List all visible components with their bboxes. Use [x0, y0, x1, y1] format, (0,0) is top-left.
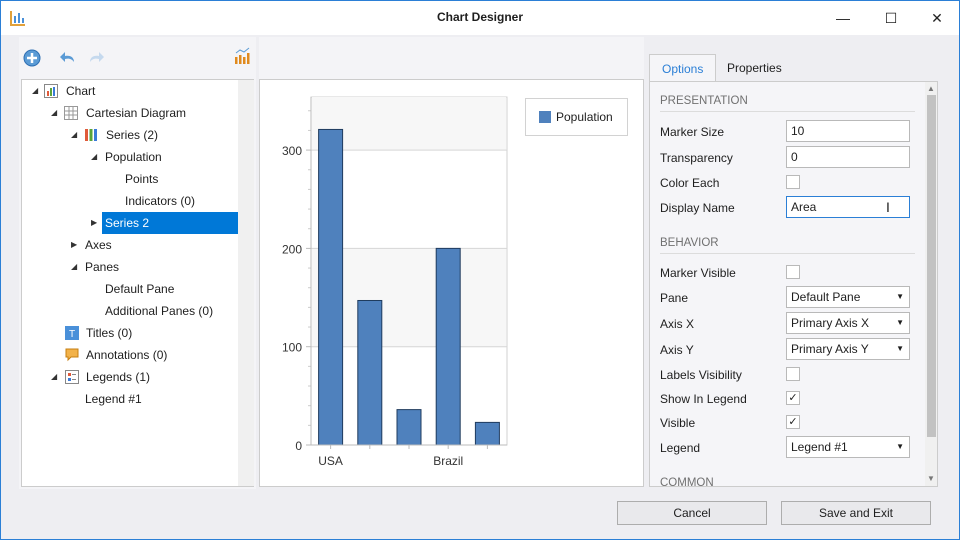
chart-icon	[44, 84, 58, 98]
bar	[435, 247, 461, 446]
y-tick-label: 100	[282, 341, 302, 355]
display-name-input[interactable]: Area	[786, 196, 910, 218]
legend-field-label: Legend	[660, 441, 701, 455]
save-and-exit-button[interactable]: Save and Exit	[781, 501, 931, 525]
transparency-input[interactable]: 0	[786, 146, 910, 168]
series-icon	[84, 128, 98, 142]
labels-visibility-checkbox[interactable]	[786, 367, 800, 381]
tree-item[interactable]: Default Pane	[102, 278, 177, 300]
undo-icon[interactable]	[59, 50, 77, 64]
marker-size-label: Marker Size	[660, 125, 725, 139]
tree-item[interactable]: Legend #1	[82, 388, 145, 410]
chart-top-area	[259, 37, 644, 79]
tree-item[interactable]: Points	[122, 168, 161, 190]
grid-icon	[64, 106, 78, 120]
color-each-checkbox[interactable]	[786, 175, 800, 189]
marker-size-input[interactable]: 10	[786, 120, 910, 142]
tree-item[interactable]: Series (2)	[103, 124, 161, 146]
scrollbar-thumb[interactable]	[927, 95, 936, 437]
scroll-up-icon[interactable]: ▲	[927, 84, 935, 93]
x-tick-label: USA	[318, 454, 343, 468]
y-tick-label: 200	[282, 242, 302, 256]
tree-item[interactable]: Population	[102, 146, 165, 168]
tree-item[interactable]: Annotations (0)	[83, 344, 170, 366]
maximize-button[interactable]: ☐	[879, 7, 903, 29]
tree-item[interactable]: Additional Panes (0)	[102, 300, 216, 322]
tab-properties[interactable]: Properties	[715, 54, 794, 82]
expand-arrow-icon[interactable]: ▶	[91, 218, 97, 227]
labels-visibility-label: Labels Visibility	[660, 368, 742, 382]
options-panel: Options Properties PRESENTATION Marker S…	[647, 37, 939, 489]
visible-label: Visible	[660, 416, 696, 430]
legend-icon	[65, 370, 79, 384]
tree-item[interactable]: Cartesian Diagram	[83, 102, 189, 124]
section-common: COMMON	[660, 477, 714, 487]
chart-elements-tree: ◢ Chart ◢ Cartesian Diagram ◢ Series (2) ◢ Popu…	[21, 79, 254, 487]
marker-visible-label: Marker Visible	[660, 266, 736, 280]
tree-item[interactable]: Indicators (0)	[122, 190, 198, 212]
show-in-legend-label: Show In Legend	[660, 392, 747, 406]
y-tick-label: 0	[295, 439, 302, 453]
expand-arrow-icon[interactable]: ▶	[71, 240, 77, 249]
redo-icon[interactable]	[87, 50, 105, 64]
pane-label: Pane	[660, 291, 689, 305]
scroll-down-icon[interactable]: ▼	[927, 474, 935, 483]
chart-preview: 0 100 200 300 USA Brazil Population	[259, 79, 644, 487]
color-each-label: Color Each	[660, 176, 720, 190]
tree-item[interactable]: Chart	[63, 80, 98, 102]
visible-checkbox[interactable]: ✓	[786, 415, 800, 429]
tree-item[interactable]: Titles (0)	[83, 322, 135, 344]
add-icon[interactable]	[23, 49, 41, 67]
annot-icon	[65, 348, 79, 362]
minimize-button[interactable]: —	[831, 7, 855, 29]
divider	[660, 111, 915, 112]
collapse-arrow-icon[interactable]: ◢	[51, 108, 57, 117]
chart-legend: Population	[525, 98, 628, 136]
legend-swatch	[539, 111, 551, 123]
legend-dropdown[interactable]: Legend #1	[786, 436, 910, 458]
titles-icon: T	[65, 326, 79, 340]
tree-item[interactable]: Series 2	[102, 212, 238, 234]
axis-y-label: Axis Y	[660, 343, 694, 357]
options-scrollbar[interactable]: ▲ ▼	[925, 82, 937, 486]
options-grid: PRESENTATION Marker Size 10 Transparency…	[649, 81, 938, 487]
title-bar: Chart Designer — ☐ ✕	[1, 1, 959, 35]
bar	[357, 299, 383, 446]
collapse-arrow-icon[interactable]: ◢	[91, 152, 97, 161]
bar-chart: 0 100 200 300 USA Brazil	[282, 96, 508, 468]
svg-text:T: T	[69, 329, 75, 340]
transparency-label: Transparency	[660, 151, 733, 165]
bar	[474, 421, 500, 446]
chart-wizard-icon[interactable]	[234, 47, 252, 65]
tree-item[interactable]: Legends (1)	[83, 366, 153, 388]
collapse-arrow-icon[interactable]: ◢	[71, 262, 77, 271]
show-in-legend-checkbox[interactable]: ✓	[786, 391, 800, 405]
collapse-arrow-icon[interactable]: ◢	[51, 372, 57, 381]
tree-item[interactable]: Axes	[82, 234, 115, 256]
close-button[interactable]: ✕	[925, 7, 949, 29]
tree-item[interactable]: Panes	[82, 256, 122, 278]
window-title: Chart Designer	[436, 10, 524, 24]
section-behavior: BEHAVIOR	[660, 237, 719, 249]
display-name-label: Display Name	[660, 201, 735, 215]
section-presentation: PRESENTATION	[660, 95, 748, 107]
text-cursor-icon: I	[886, 199, 890, 215]
axis-y-dropdown[interactable]: Primary Axis Y	[786, 338, 910, 360]
legend-label: Population	[556, 110, 613, 124]
marker-visible-checkbox[interactable]	[786, 265, 800, 279]
x-tick-label: Brazil	[433, 454, 463, 468]
divider	[660, 253, 915, 254]
pane-dropdown[interactable]: Default Pane	[786, 286, 910, 308]
tree-scrollbar[interactable]	[238, 80, 254, 486]
y-tick-label: 300	[282, 144, 302, 158]
tab-options[interactable]: Options	[649, 54, 717, 82]
bar	[318, 128, 344, 446]
axis-x-dropdown[interactable]: Primary Axis X	[786, 312, 910, 334]
cancel-button[interactable]: Cancel	[617, 501, 767, 525]
collapse-arrow-icon[interactable]: ◢	[32, 86, 38, 95]
bar	[396, 409, 422, 446]
collapse-arrow-icon[interactable]: ◢	[71, 130, 77, 139]
axis-x-label: Axis X	[660, 317, 695, 331]
